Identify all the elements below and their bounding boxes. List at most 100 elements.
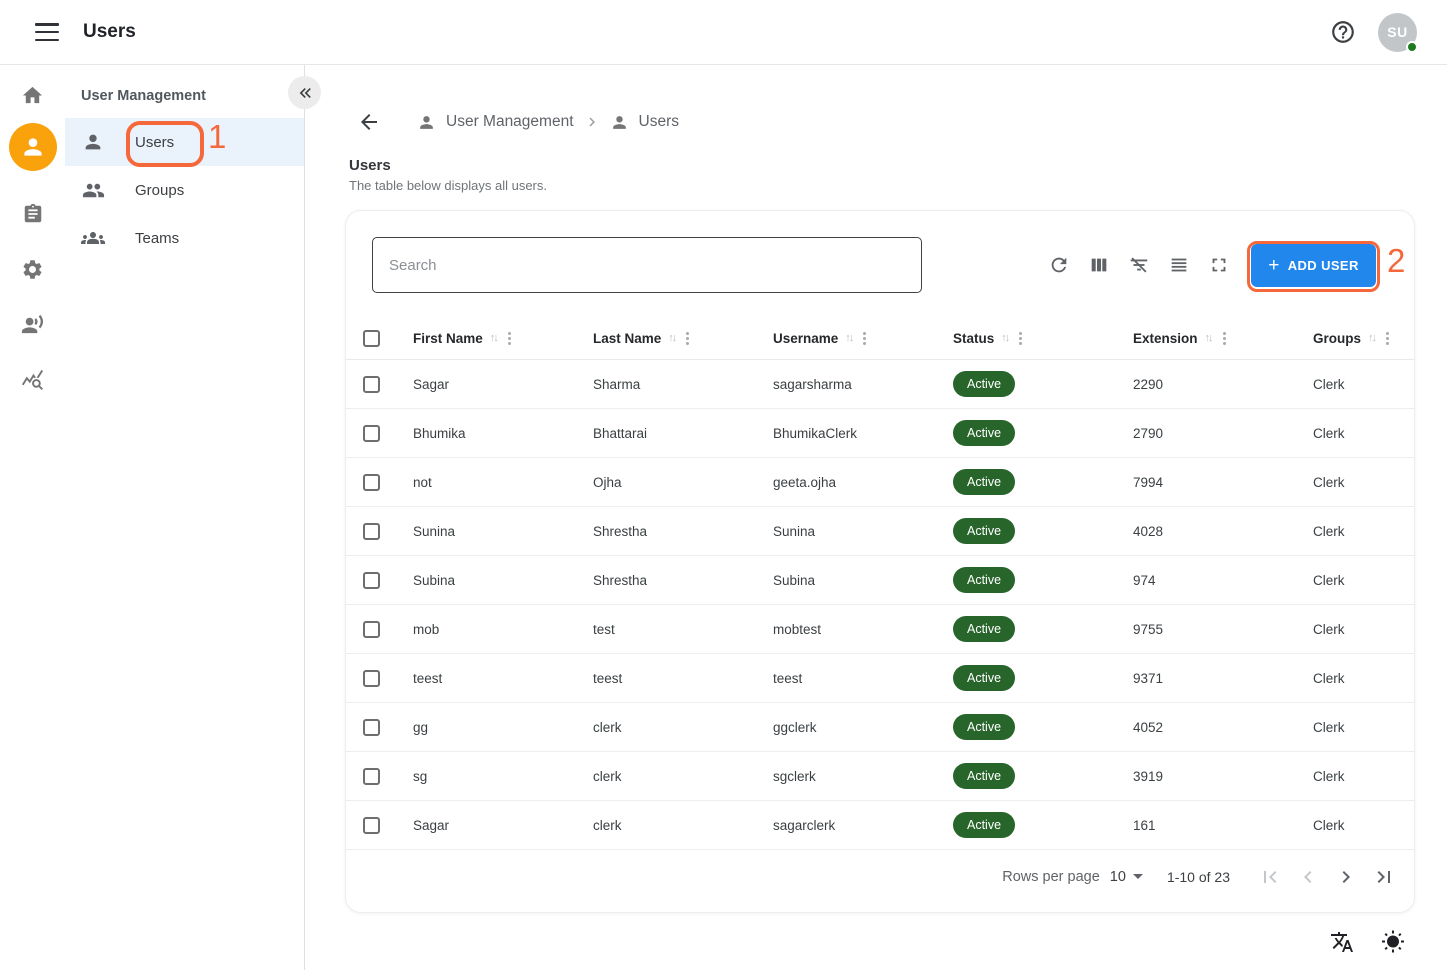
next-page-icon[interactable] <box>1332 863 1360 891</box>
cell-groups: Clerk <box>1296 475 1414 490</box>
back-arrow-icon[interactable] <box>357 110 381 134</box>
row-checkbox[interactable] <box>363 376 380 393</box>
row-checkbox[interactable] <box>363 817 380 834</box>
select-all-checkbox[interactable] <box>363 330 380 347</box>
search-input[interactable] <box>372 237 922 293</box>
columns-icon[interactable] <box>1087 253 1111 277</box>
table-row[interactable]: sg clerk sgclerk Active 3919 Clerk <box>346 752 1414 801</box>
filter-off-icon[interactable] <box>1127 253 1151 277</box>
row-checkbox[interactable] <box>363 425 380 442</box>
status-badge: Active <box>953 420 1015 446</box>
cell-extension: 974 <box>1116 573 1296 588</box>
tasks-icon[interactable] <box>21 202 45 226</box>
last-page-icon[interactable] <box>1370 863 1398 891</box>
column-menu-icon[interactable] <box>686 337 689 340</box>
sort-icon[interactable]: ↑↓ <box>490 332 497 344</box>
table-row[interactable]: Subina Shrestha Subina Active 974 Clerk <box>346 556 1414 605</box>
sort-icon[interactable]: ↑↓ <box>1001 332 1008 344</box>
table-row[interactable]: not Ojha geeta.ojha Active 7994 Clerk <box>346 458 1414 507</box>
row-checkbox[interactable] <box>363 523 380 540</box>
top-app-bar: Users SU <box>0 0 1447 65</box>
users-table-card: + ADD USER First Name↑↓ Last Name↑↓ User… <box>345 210 1415 913</box>
sidebar-item-label: Users <box>135 134 174 151</box>
voice-support-icon[interactable] <box>21 312 45 336</box>
page-subtitle: The table below displays all users. <box>349 178 547 193</box>
column-menu-icon[interactable] <box>508 337 511 340</box>
column-menu-icon[interactable] <box>1019 337 1022 340</box>
sidebar-item-teams[interactable]: Teams <box>65 214 304 262</box>
breadcrumb-users[interactable]: Users <box>610 113 679 132</box>
cell-groups: Clerk <box>1296 573 1414 588</box>
cell-last-name: test <box>576 622 756 637</box>
previous-page-icon[interactable] <box>1294 863 1322 891</box>
menu-icon[interactable] <box>35 23 59 41</box>
row-checkbox[interactable] <box>363 572 380 589</box>
cell-first-name: not <box>396 475 576 490</box>
cell-username: sagarsharma <box>756 377 936 392</box>
cell-first-name: teest <box>396 671 576 686</box>
refresh-icon[interactable] <box>1047 253 1071 277</box>
brightness-icon[interactable] <box>1381 930 1405 954</box>
table-row[interactable]: mob test mobtest Active 9755 Clerk <box>346 605 1414 654</box>
add-user-button[interactable]: + ADD USER <box>1251 244 1376 287</box>
table-row[interactable]: Sunina Shrestha Sunina Active 4028 Clerk <box>346 507 1414 556</box>
app-title: Users <box>83 21 136 43</box>
column-header: Last Name <box>593 331 661 346</box>
table-header-row: First Name↑↓ Last Name↑↓ Username↑↓ Stat… <box>346 317 1414 360</box>
avatar-initials: SU <box>1387 24 1407 40</box>
column-menu-icon[interactable] <box>863 337 866 340</box>
column-header: Status <box>953 331 994 346</box>
column-menu-icon[interactable] <box>1386 337 1389 340</box>
table-row[interactable]: Bhumika Bhattarai BhumikaClerk Active 27… <box>346 409 1414 458</box>
column-menu-icon[interactable] <box>1223 337 1226 340</box>
cell-first-name: Bhumika <box>396 426 576 441</box>
home-icon[interactable] <box>21 83 45 107</box>
status-badge: Active <box>953 763 1015 789</box>
status-badge: Active <box>953 714 1015 740</box>
sort-icon[interactable]: ↑↓ <box>1368 332 1375 344</box>
help-icon[interactable] <box>1330 19 1356 45</box>
status-badge: Active <box>953 469 1015 495</box>
row-checkbox[interactable] <box>363 474 380 491</box>
user-management-rail-icon[interactable] <box>9 123 57 171</box>
sort-icon[interactable]: ↑↓ <box>668 332 675 344</box>
collapse-sidebar-button[interactable] <box>288 76 321 109</box>
breadcrumb-user-management[interactable]: User Management <box>417 113 574 132</box>
sidebar-panel: User Management Users Groups Teams <box>65 65 305 970</box>
rows-per-page-select[interactable]: 10 <box>1110 869 1143 885</box>
chevron-right-icon <box>583 113 601 131</box>
settings-icon[interactable] <box>21 257 45 281</box>
cell-last-name: clerk <box>576 769 756 784</box>
row-checkbox[interactable] <box>363 670 380 687</box>
sidebar-item-groups[interactable]: Groups <box>65 166 304 214</box>
row-checkbox[interactable] <box>363 719 380 736</box>
cell-first-name: sg <box>396 769 576 784</box>
pagination-range: 1-10 of 23 <box>1167 869 1230 885</box>
table-body: Sagar Sharma sagarsharma Active 2290 Cle… <box>346 360 1414 850</box>
sort-icon[interactable]: ↑↓ <box>845 332 852 344</box>
fullscreen-icon[interactable] <box>1207 253 1231 277</box>
table-row[interactable]: gg clerk ggclerk Active 4052 Clerk <box>346 703 1414 752</box>
cell-last-name: Sharma <box>576 377 756 392</box>
cell-groups: Clerk <box>1296 769 1414 784</box>
cell-username: teest <box>756 671 936 686</box>
status-badge: Active <box>953 518 1015 544</box>
avatar[interactable]: SU <box>1378 13 1417 52</box>
density-icon[interactable] <box>1167 253 1191 277</box>
table-row[interactable]: Sagar clerk sagarclerk Active 161 Clerk <box>346 801 1414 850</box>
cell-username: sagarclerk <box>756 818 936 833</box>
table-row[interactable]: Sagar Sharma sagarsharma Active 2290 Cle… <box>346 360 1414 409</box>
cell-username: geeta.ojha <box>756 475 936 490</box>
analytics-icon[interactable] <box>21 367 45 391</box>
first-page-icon[interactable] <box>1256 863 1284 891</box>
icon-rail <box>0 65 65 970</box>
translate-icon[interactable] <box>1330 930 1354 954</box>
cell-last-name: Bhattarai <box>576 426 756 441</box>
row-checkbox[interactable] <box>363 621 380 638</box>
row-checkbox[interactable] <box>363 768 380 785</box>
cell-groups: Clerk <box>1296 671 1414 686</box>
person-icon <box>81 131 105 153</box>
sort-icon[interactable]: ↑↓ <box>1205 332 1212 344</box>
table-row[interactable]: teest teest teest Active 9371 Clerk <box>346 654 1414 703</box>
sidebar-item-users[interactable]: Users <box>65 118 304 166</box>
